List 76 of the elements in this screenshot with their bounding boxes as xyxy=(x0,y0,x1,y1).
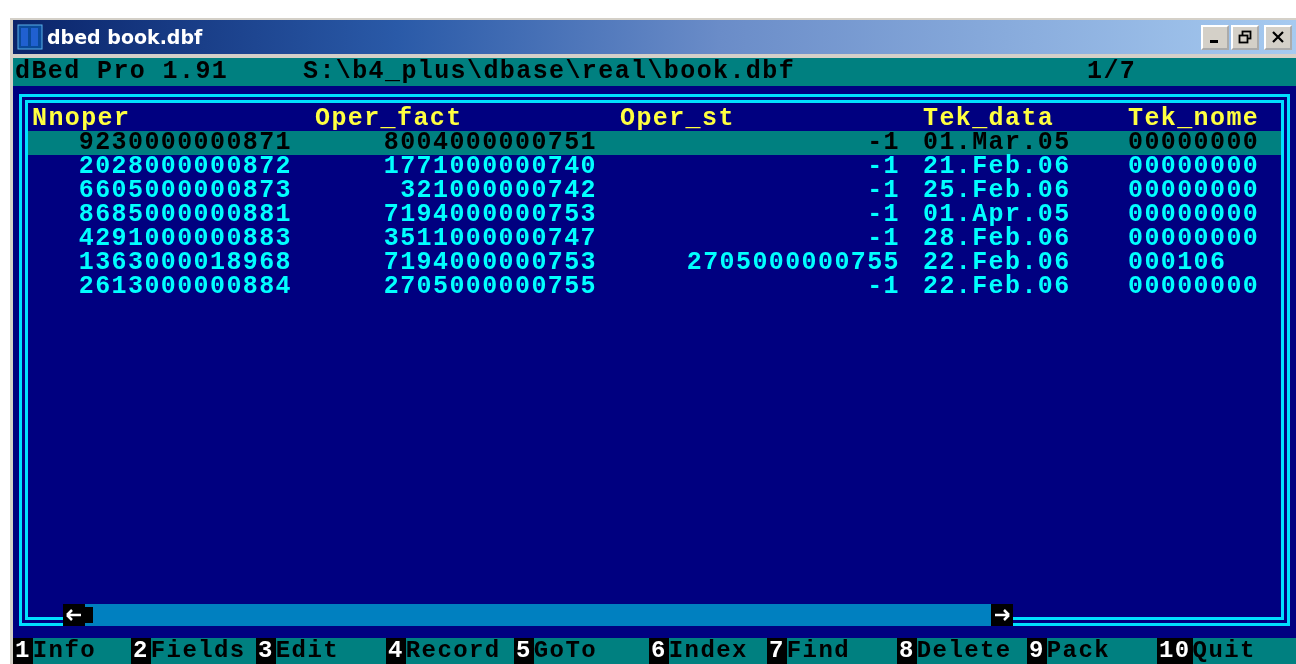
key-number: 4 xyxy=(386,638,406,664)
file-path: S:\b4_plus\dbase\real\book.dbf xyxy=(303,58,797,86)
table-cell-text: 2028000000872 xyxy=(77,155,293,179)
app-icon xyxy=(17,24,43,50)
table-cell-text: 28.Feb.06 xyxy=(922,227,1072,251)
table-cell-text: -1 xyxy=(866,179,901,203)
program-name: dBed Pro 1.91 xyxy=(15,58,230,86)
column-header: Tek_data xyxy=(922,107,1055,131)
table-cell-text: 2613000000884 xyxy=(77,275,293,299)
horizontal-scrollbar[interactable] xyxy=(63,604,1013,626)
minimize-button[interactable] xyxy=(1201,24,1229,50)
restore-button[interactable] xyxy=(1231,24,1259,50)
close-button[interactable] xyxy=(1264,24,1292,50)
table-cell-text: 9230000000871 xyxy=(78,131,293,155)
key-number: 2 xyxy=(131,638,151,664)
table-cell-text: 1771000000740 xyxy=(382,155,598,179)
function-key-label[interactable]: Quit xyxy=(1192,638,1256,664)
table-cell-text: 000106 xyxy=(1128,251,1227,275)
table-cell-text: 7194000000753 xyxy=(382,203,598,227)
function-key-label[interactable]: Fields xyxy=(150,638,246,664)
table-cell-text: 01.Apr.05 xyxy=(922,203,1072,227)
selected-row[interactable]: 9230000000871 8004000000751 -1 01.Mar.05 00000000 xyxy=(28,131,1281,155)
table-cell-text: 00000000 xyxy=(1128,227,1261,251)
record-counter: 1/7 xyxy=(1087,58,1137,86)
function-key-label[interactable]: GoTo xyxy=(533,638,598,664)
key-number: 10 xyxy=(1157,638,1193,664)
function-key-label[interactable]: Edit xyxy=(275,638,340,664)
table-cell-text: 8685000000881 xyxy=(77,203,293,227)
restore-icon xyxy=(1238,30,1252,44)
table-cell-text: 8004000000751 xyxy=(383,131,598,155)
table-cell-text: 00000000 xyxy=(1128,275,1261,299)
table-cell-text: 2705000000755 xyxy=(382,275,598,299)
column-header: Nnoper xyxy=(32,107,131,131)
function-key-label[interactable]: Pack xyxy=(1046,638,1111,664)
close-icon xyxy=(1271,30,1285,44)
table-cell-text: -1 xyxy=(866,203,901,227)
table-cell-text: 21.Feb.06 xyxy=(922,155,1072,179)
table-cell-text: 00000000 xyxy=(1128,131,1261,155)
key-number: 5 xyxy=(514,638,534,664)
table-cell-text: 3511000000747 xyxy=(382,227,598,251)
table-cell-text: 00000000 xyxy=(1128,179,1261,203)
function-key-label[interactable]: Record xyxy=(405,638,501,664)
function-key-label[interactable]: Index xyxy=(668,638,748,664)
table-cell-text: -1 xyxy=(866,275,901,299)
window-title: dbed book.dbf xyxy=(47,26,203,48)
column-header: Tek_nome xyxy=(1128,107,1261,131)
function-key-label[interactable]: Info xyxy=(32,638,97,664)
table-cell-text: 00000000 xyxy=(1128,155,1261,179)
table-cell-text: -1 xyxy=(866,131,901,155)
table-cell-text: 22.Feb.06 xyxy=(922,275,1072,299)
key-number: 9 xyxy=(1027,638,1047,664)
table-cell-text: -1 xyxy=(866,155,901,179)
table-cell-text: 22.Feb.06 xyxy=(922,251,1072,275)
table-cell-text: 01.Mar.05 xyxy=(922,131,1072,155)
table-cell-text: 00000000 xyxy=(1128,203,1261,227)
table-cell-text: 4291000000883 xyxy=(77,227,293,251)
key-number: 8 xyxy=(897,638,917,664)
table-cell-text: 2705000000755 xyxy=(685,251,901,275)
table-cell-text: 25.Feb.06 xyxy=(922,179,1072,203)
function-key-label[interactable]: Delete xyxy=(916,638,1012,664)
arrow-right-icon[interactable] xyxy=(991,604,1013,626)
key-number: 1 xyxy=(13,638,33,664)
table-cell-text: 6605000000873 xyxy=(77,179,293,203)
scroll-thumb[interactable] xyxy=(85,607,93,623)
minimize-icon xyxy=(1209,40,1218,43)
column-header: Oper_st xyxy=(619,107,736,131)
key-number: 3 xyxy=(256,638,276,664)
key-number: 7 xyxy=(767,638,787,664)
arrow-left-icon[interactable] xyxy=(63,604,85,626)
column-header: Oper_fact xyxy=(314,107,463,131)
key-number: 6 xyxy=(649,638,669,664)
table-cell-text: -1 xyxy=(867,227,901,251)
function-key-label[interactable]: Find xyxy=(786,638,851,664)
table-cell-text: 7194000000753 xyxy=(382,251,598,275)
table-cell-text: 321000000742 xyxy=(400,179,598,203)
table-cell-text: 1363000018968 xyxy=(77,251,293,275)
